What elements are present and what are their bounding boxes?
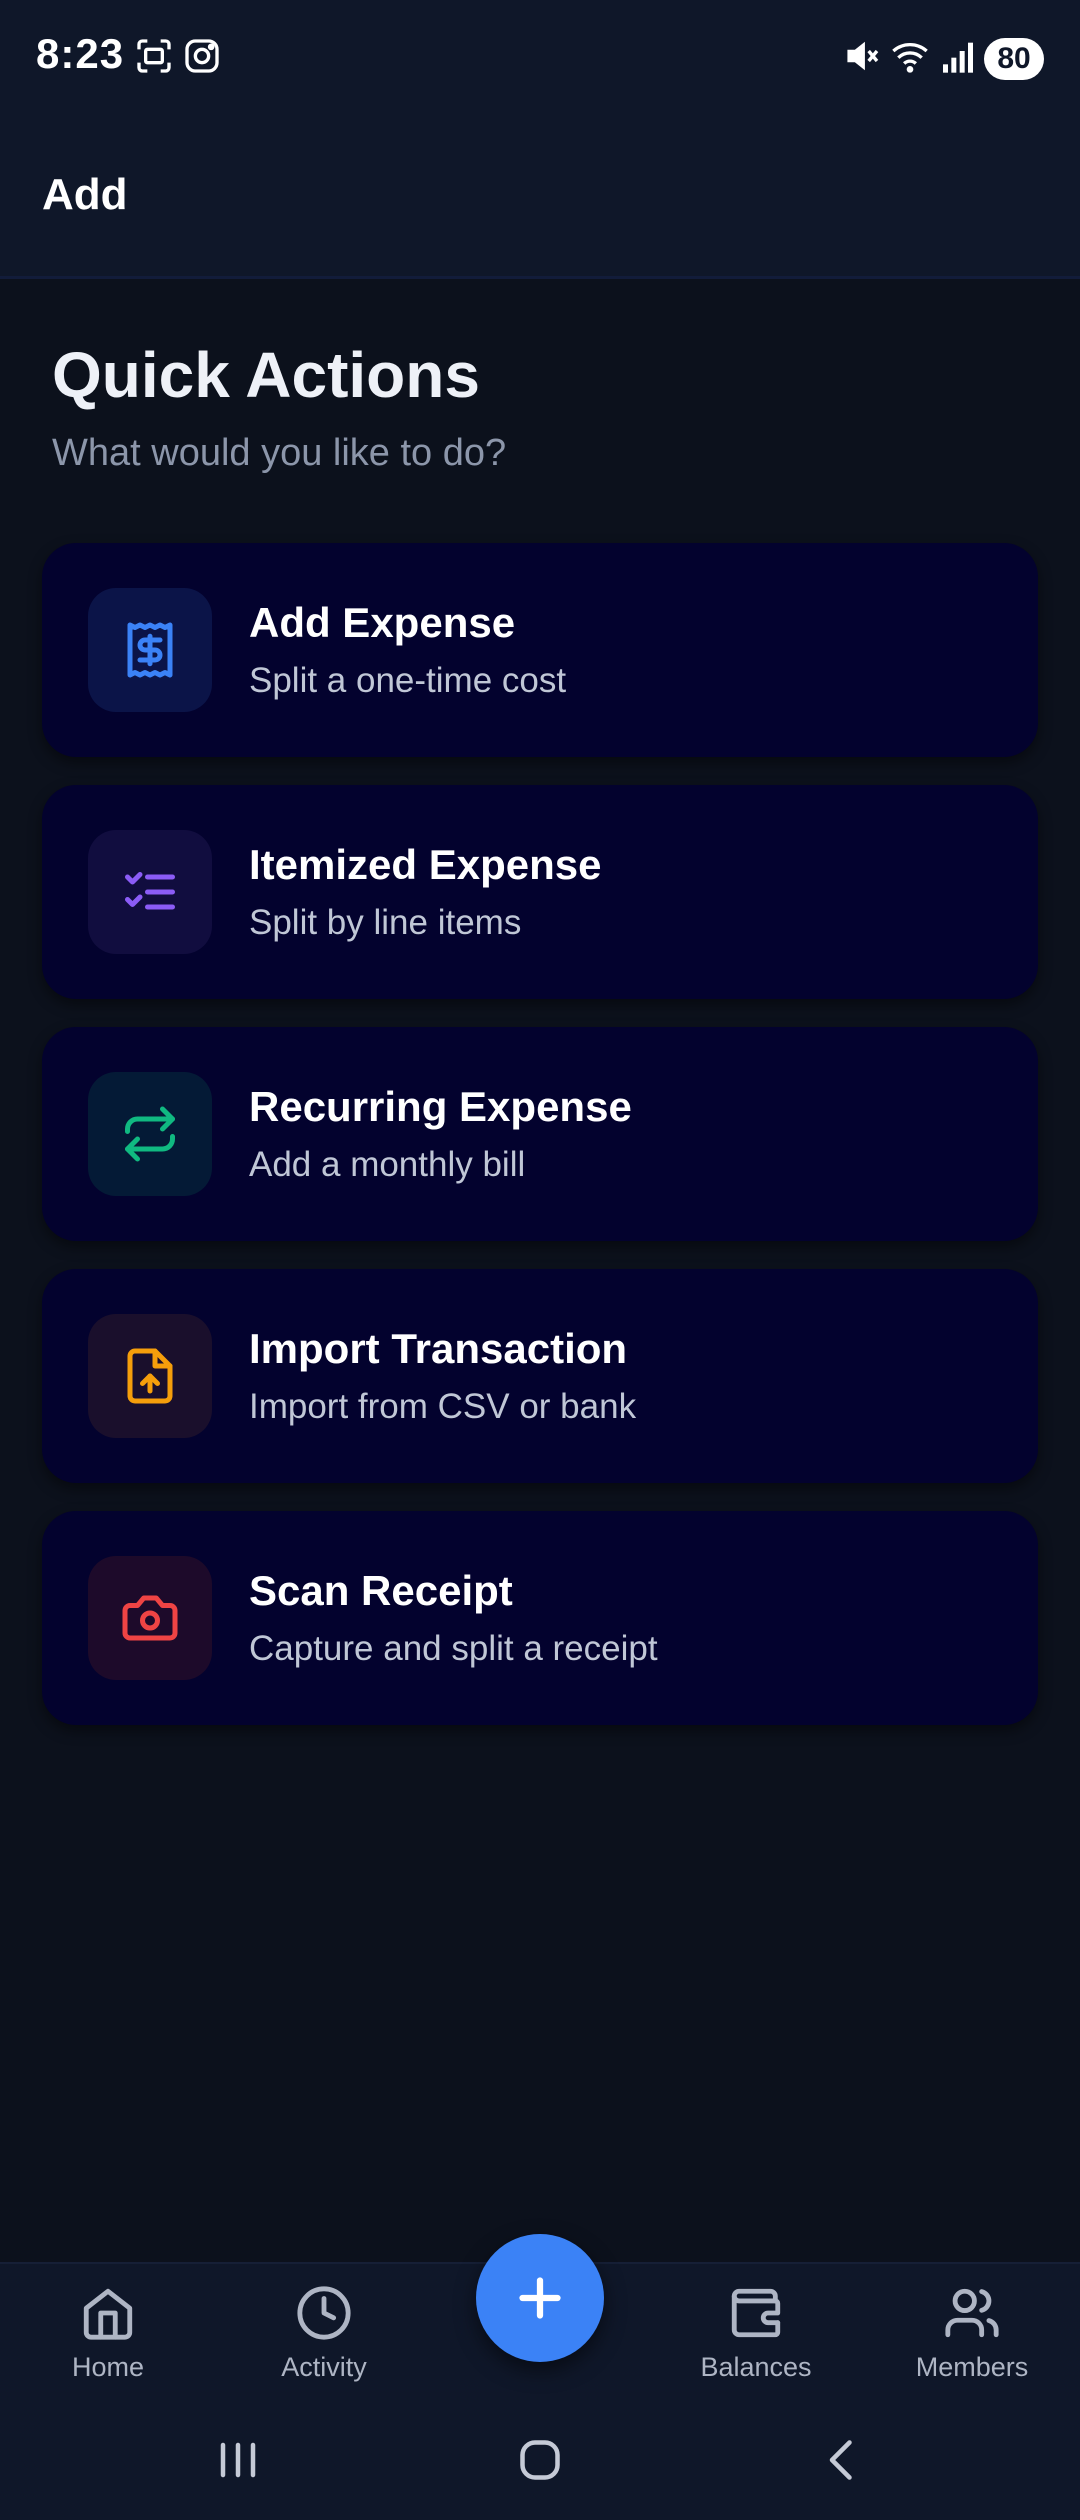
card-description: Split a one-time cost (249, 661, 567, 700)
scan-receipt-icon-box (88, 1556, 212, 1680)
card-description: Capture and split a receipt (249, 1629, 658, 1668)
repeat-icon (125, 1106, 175, 1162)
checklist-icon (125, 872, 175, 910)
nav-label: Home (71, 2352, 145, 2382)
nav-label: Balances (700, 2352, 812, 2382)
add-fab-button[interactable] (476, 2234, 604, 2362)
import-transaction-icon-box (88, 1314, 212, 1438)
add-expense-card[interactable]: Add Expense Split a one-time cost (42, 543, 1038, 757)
import-transaction-card[interactable]: Import Transaction Import from CSV or ba… (42, 1269, 1038, 1483)
card-title: Import Transaction (249, 1325, 628, 1372)
itemized-expense-icon-box (88, 830, 212, 954)
wifi-icon (892, 43, 928, 73)
screen: 8:23 80 Add Quick Actions What would you… (0, 0, 1080, 2520)
quick-actions-title: Quick Actions (52, 339, 480, 411)
nav-label: Activity (281, 2352, 367, 2382)
home-icon (83, 2288, 133, 2340)
recurring-expense-card[interactable]: Recurring Expense Add a monthly bill (42, 1027, 1038, 1241)
card-description: Split by line items (249, 903, 522, 942)
status-time: 8:23 (36, 30, 125, 77)
scan-receipt-card[interactable]: Scan Receipt Capture and split a receipt (42, 1511, 1038, 1725)
camera-icon (122, 1595, 178, 1641)
add-expense-icon-box (88, 588, 212, 712)
card-title: Scan Receipt (249, 1567, 513, 1614)
signal-icon (943, 42, 973, 73)
nav-item-activity[interactable]: Activity (234, 2284, 414, 2394)
status-bar: 8:23 80 (0, 0, 1080, 120)
nav-item-balances[interactable]: Balances (666, 2284, 846, 2394)
card-title: Recurring Expense (249, 1083, 632, 1130)
receipt-dollar-icon (127, 622, 173, 678)
home-button-icon[interactable] (510, 2430, 570, 2490)
file-upload-icon (127, 1348, 173, 1404)
card-description: Add a monthly bill (249, 1145, 526, 1184)
recurring-expense-icon-box (88, 1072, 212, 1196)
page-title: Add (42, 170, 128, 219)
mute-icon (847, 41, 879, 71)
card-title: Add Expense (249, 599, 516, 646)
system-nav-bar (0, 2400, 1080, 2520)
wallet-icon (731, 2288, 781, 2338)
plus-icon (519, 2277, 561, 2319)
nav-label: Members (915, 2352, 1029, 2382)
nav-item-members[interactable]: Members (882, 2284, 1062, 2394)
instagram-icon (185, 39, 219, 73)
card-title: Itemized Expense (249, 841, 602, 888)
clock-icon (297, 2286, 351, 2340)
nav-item-home[interactable]: Home (18, 2284, 198, 2394)
back-icon[interactable] (812, 2430, 872, 2490)
app-bar: Add (0, 120, 1080, 279)
quick-actions-subtitle: What would you like to do? (52, 432, 507, 474)
card-description: Import from CSV or bank (249, 1387, 637, 1426)
battery-indicator: 80 (984, 38, 1044, 80)
users-icon (945, 2288, 999, 2338)
screenshot-icon (137, 39, 171, 73)
recents-icon[interactable] (208, 2430, 268, 2490)
itemized-expense-card[interactable]: Itemized Expense Split by line items (42, 785, 1038, 999)
